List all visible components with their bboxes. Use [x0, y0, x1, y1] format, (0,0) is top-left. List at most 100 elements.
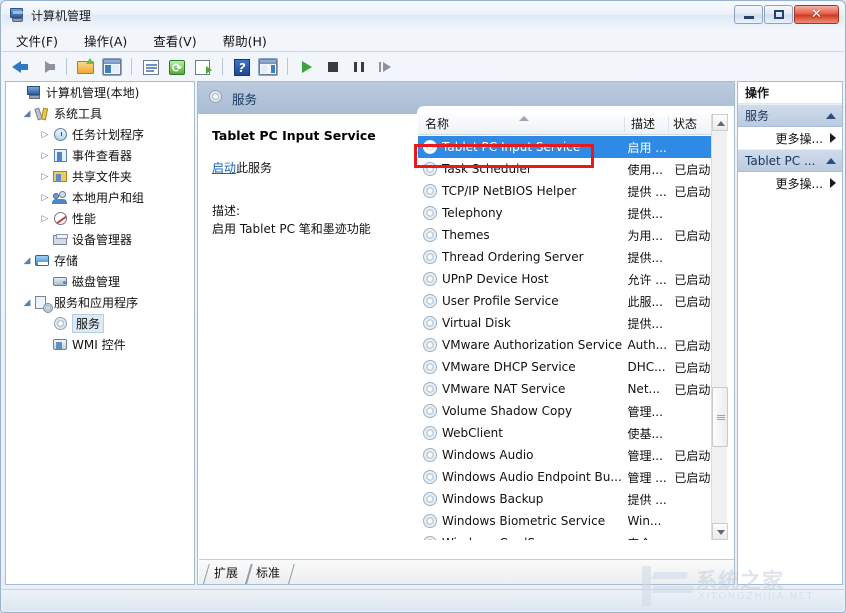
chevron-down-icon[interactable]: ◢ — [20, 298, 34, 308]
sidebar-item-services[interactable]: 服务 — [6, 313, 194, 334]
sidebar-item-wmi-control[interactable]: WMI 控件 — [6, 334, 194, 355]
column-header-name[interactable]: 名称 — [418, 114, 625, 135]
sidebar-item-storage[interactable]: ◢ 存储 — [6, 250, 194, 271]
chevron-down-icon[interactable]: ◢ — [20, 109, 34, 119]
back-icon[interactable] — [10, 56, 32, 78]
sidebar-item-task-scheduler[interactable]: ▷ 任务计划程序 — [6, 124, 194, 145]
scroll-down-button[interactable] — [712, 523, 728, 540]
table-row[interactable]: Volume Shadow Copy管理... — [418, 400, 727, 422]
sidebar-item-event-viewer[interactable]: ▷ 事件查看器 — [6, 145, 194, 166]
table-row[interactable]: VMware DHCP ServiceDHC...已启动 — [418, 356, 727, 378]
column-header-description[interactable]: 描述 — [625, 114, 669, 135]
help-icon[interactable]: ? — [231, 56, 253, 78]
table-row[interactable]: VMware NAT ServiceNet...已启动 — [418, 378, 727, 400]
menu-file[interactable]: 文件(F) — [14, 29, 60, 52]
service-description-cell: 使用... — [623, 161, 672, 178]
chevron-right-icon[interactable]: ▷ — [38, 193, 52, 203]
more-actions-tablet-pc[interactable]: 更多操... — [738, 172, 842, 194]
up-folder-icon[interactable] — [75, 56, 97, 78]
service-name-cell: Telephony — [442, 206, 623, 220]
show-hide-tree-icon[interactable] — [101, 56, 123, 78]
service-name-cell: UPnP Device Host — [442, 272, 623, 286]
chevron-right-icon[interactable]: ▷ — [38, 172, 52, 182]
chevron-down-icon[interactable]: ◢ — [20, 256, 34, 266]
sidebar-item-performance[interactable]: ▷ 性能 — [6, 208, 194, 229]
service-detail-pane: Tablet PC Input Service 启动此服务 描述: 启用 Tab… — [199, 114, 417, 558]
toolbar-divider — [222, 58, 223, 75]
tree-root-computer-management[interactable]: 计算机管理(本地) — [6, 82, 194, 103]
chevron-right-icon[interactable]: ▷ — [38, 151, 52, 161]
table-row[interactable]: Telephony提供... — [418, 202, 727, 224]
table-row[interactable]: Task Scheduler使用...已启动 — [418, 158, 727, 180]
console-tree-pane[interactable]: 计算机管理(本地) ◢ 系统工具 ▷ 任务计划程序 ▷ 事件查看器 ▷ 共享文件 — [5, 81, 195, 585]
sidebar-item-shared-folders[interactable]: ▷ 共享文件夹 — [6, 166, 194, 187]
chevron-right-icon — [830, 133, 836, 143]
service-gear-icon — [423, 382, 438, 397]
sidebar-item-local-users-groups[interactable]: ▷ 本地用户和组 — [6, 187, 194, 208]
service-description-cell: 提供 ... — [623, 491, 672, 508]
services-list-rows[interactable]: Tablet PC Input Service启用 ...Task Schedu… — [418, 136, 727, 540]
start-service-icon[interactable] — [296, 56, 318, 78]
export-list-icon[interactable] — [192, 56, 214, 78]
sidebar-item-services-and-applications[interactable]: ◢ 服务和应用程序 — [6, 292, 194, 313]
table-row[interactable]: User Profile Service此服...已启动 — [418, 290, 727, 312]
main-area: 计算机管理(本地) ◢ 系统工具 ▷ 任务计划程序 ▷ 事件查看器 ▷ 共享文件 — [5, 81, 843, 585]
table-row[interactable]: WebClient使基... — [418, 422, 727, 444]
vertical-scrollbar[interactable] — [711, 114, 727, 540]
table-row[interactable]: Windows Backup提供 ... — [418, 488, 727, 510]
services-list-sheet: 名称 描述 状态 Tablet PC Input Service启用 ...Ta… — [417, 106, 735, 558]
vertical-scroll-thumb[interactable] — [712, 387, 728, 447]
refresh-icon[interactable]: ⟳ — [166, 56, 188, 78]
table-row[interactable]: UPnP Device Host允许 ...已启动 — [418, 268, 727, 290]
table-row[interactable]: Windows CardSpace安全... — [418, 532, 727, 540]
tree-label: 任务计划程序 — [72, 126, 144, 143]
menu-view[interactable]: 查看(V) — [151, 29, 198, 52]
properties-icon[interactable] — [140, 56, 162, 78]
service-description-cell: 为用... — [623, 227, 672, 244]
more-actions-label: 更多操... — [776, 130, 823, 147]
show-action-pane-icon[interactable] — [257, 56, 279, 78]
service-gear-icon — [423, 338, 438, 353]
chevron-up-icon[interactable] — [826, 158, 836, 164]
resume-service-icon[interactable] — [374, 56, 396, 78]
chevron-right-icon[interactable]: ▷ — [38, 214, 52, 224]
service-gear-icon — [423, 140, 438, 155]
maximize-button[interactable] — [764, 5, 793, 24]
menu-help[interactable]: 帮助(H) — [221, 29, 269, 52]
actions-group-tablet-pc[interactable]: Tablet PC ... — [738, 149, 842, 172]
toolbar-divider — [66, 58, 67, 75]
pause-service-icon[interactable] — [348, 56, 370, 78]
table-row[interactable]: Tablet PC Input Service启用 ... — [418, 136, 727, 158]
more-actions-services[interactable]: 更多操... — [738, 127, 842, 149]
service-name-cell: Virtual Disk — [442, 316, 623, 330]
sidebar-item-disk-management[interactable]: 磁盘管理 — [6, 271, 194, 292]
start-service-link[interactable]: 启动 — [212, 161, 236, 175]
scroll-up-button[interactable] — [712, 114, 728, 131]
table-row[interactable]: VMware Authorization ServiceAuth...已启动 — [418, 334, 727, 356]
table-row[interactable]: Windows Audio管理...已启动 — [418, 444, 727, 466]
tab-extended[interactable]: 扩展 — [203, 564, 247, 584]
service-gear-icon — [423, 492, 438, 507]
table-row[interactable]: Themes为用...已启动 — [418, 224, 727, 246]
forward-icon[interactable] — [36, 56, 58, 78]
chevron-right-icon[interactable]: ▷ — [38, 130, 52, 140]
title-bar: 计算机管理 ✕ — [2, 2, 844, 28]
device-manager-icon — [52, 232, 69, 248]
table-row[interactable]: Thread Ordering Server提供... — [418, 246, 727, 268]
menu-action[interactable]: 操作(A) — [82, 29, 129, 52]
table-row[interactable]: TCP/IP NetBIOS Helper提供 ...已启动 — [418, 180, 727, 202]
close-button[interactable]: ✕ — [794, 5, 839, 24]
services-icon — [208, 90, 224, 106]
table-row[interactable]: Windows Biometric ServiceWin... — [418, 510, 727, 532]
table-row[interactable]: Virtual Disk提供... — [418, 312, 727, 334]
actions-group-services[interactable]: 服务 — [738, 104, 842, 127]
sidebar-item-system-tools[interactable]: ◢ 系统工具 — [6, 103, 194, 124]
table-row[interactable]: Windows Audio Endpoint Bu...管理 ...已启动 — [418, 466, 727, 488]
tree-label: 事件查看器 — [72, 147, 132, 164]
sidebar-item-device-manager[interactable]: 设备管理器 — [6, 229, 194, 250]
service-name-cell: WebClient — [442, 426, 623, 440]
stop-service-icon[interactable] — [322, 56, 344, 78]
minimize-button[interactable] — [734, 5, 763, 24]
tab-standard[interactable]: 标准 — [245, 564, 289, 584]
chevron-up-icon[interactable] — [826, 113, 836, 119]
